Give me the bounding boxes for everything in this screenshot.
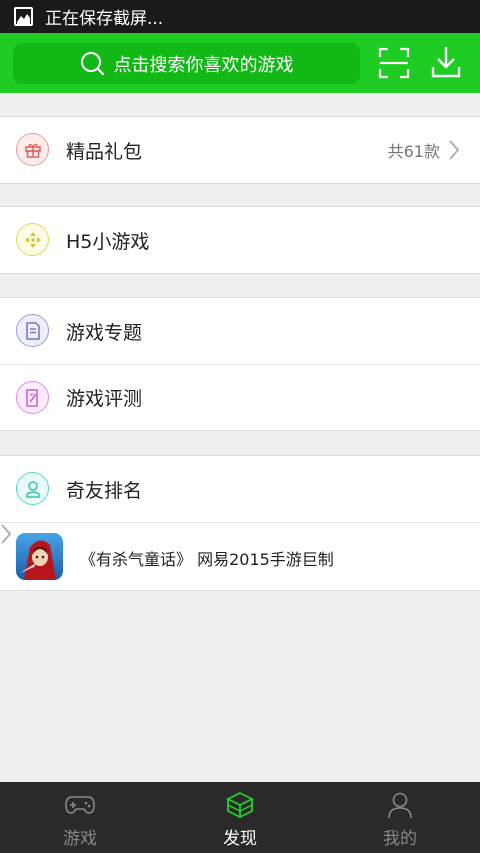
search-input[interactable]: 点击搜索你喜欢的游戏 <box>13 43 360 84</box>
tab-mine-label: 我的 <box>383 829 417 849</box>
download-icon <box>431 47 461 78</box>
tab-discover[interactable]: 发现 <box>160 782 320 853</box>
ranking-section: 奇友排名 《有杀气童话》 网易2015手游巨制 <box>0 455 480 591</box>
gamepad-icon <box>64 790 96 820</box>
h5-section: H5小游戏 <box>0 206 480 274</box>
game-reviews-row[interactable]: 游戏评测 <box>0 364 480 430</box>
gift-icon <box>16 133 49 166</box>
chevron-right-icon <box>449 140 460 160</box>
document-icon <box>16 314 49 347</box>
status-bar: 正在保存截屏... <box>0 0 480 33</box>
move-icon <box>16 223 49 256</box>
gift-pack-row[interactable]: 精品礼包 共61款 <box>0 117 480 183</box>
tab-games[interactable]: 游戏 <box>0 782 160 853</box>
tab-discover-label: 发现 <box>223 829 257 849</box>
friend-ranking-label: 奇友排名 <box>66 479 143 502</box>
promo-row[interactable]: 《有杀气童话》 网易2015手游巨制 <box>0 522 480 590</box>
promo-text: 《有杀气童话》 网易2015手游巨制 <box>80 550 334 569</box>
chevron-right-icon <box>1 524 12 544</box>
tab-games-label: 游戏 <box>63 829 97 849</box>
game-reviews-label: 游戏评测 <box>66 388 143 410</box>
cube-icon <box>226 790 254 820</box>
h5-games-row[interactable]: H5小游戏 <box>0 207 480 273</box>
download-button[interactable] <box>430 45 462 79</box>
search-icon <box>80 51 106 77</box>
person-icon <box>387 790 413 820</box>
gift-pack-label: 精品礼包 <box>66 140 143 163</box>
header: 点击搜索你喜欢的游戏 <box>0 33 480 93</box>
topics-section: 游戏专题 游戏评测 <box>0 297 480 431</box>
search-placeholder: 点击搜索你喜欢的游戏 <box>113 54 294 76</box>
game-topics-row[interactable]: 游戏专题 <box>0 298 480 364</box>
scan-button[interactable] <box>378 47 410 79</box>
image-icon <box>14 7 33 26</box>
scan-icon <box>378 47 410 79</box>
gift-section: 精品礼包 共61款 <box>0 116 480 184</box>
game-topics-label: 游戏专题 <box>66 321 143 344</box>
gift-count: 共61款 <box>387 142 440 161</box>
game-thumbnail <box>16 533 63 580</box>
friend-ranking-row[interactable]: 奇友排名 <box>0 456 480 522</box>
h5-games-label: H5小游戏 <box>66 230 150 253</box>
tab-mine[interactable]: 我的 <box>320 782 480 853</box>
bottom-tab-bar: 游戏 发现 我的 <box>0 782 480 853</box>
edit-icon <box>16 381 49 414</box>
status-text: 正在保存截屏... <box>45 9 164 29</box>
user-icon <box>16 472 49 505</box>
